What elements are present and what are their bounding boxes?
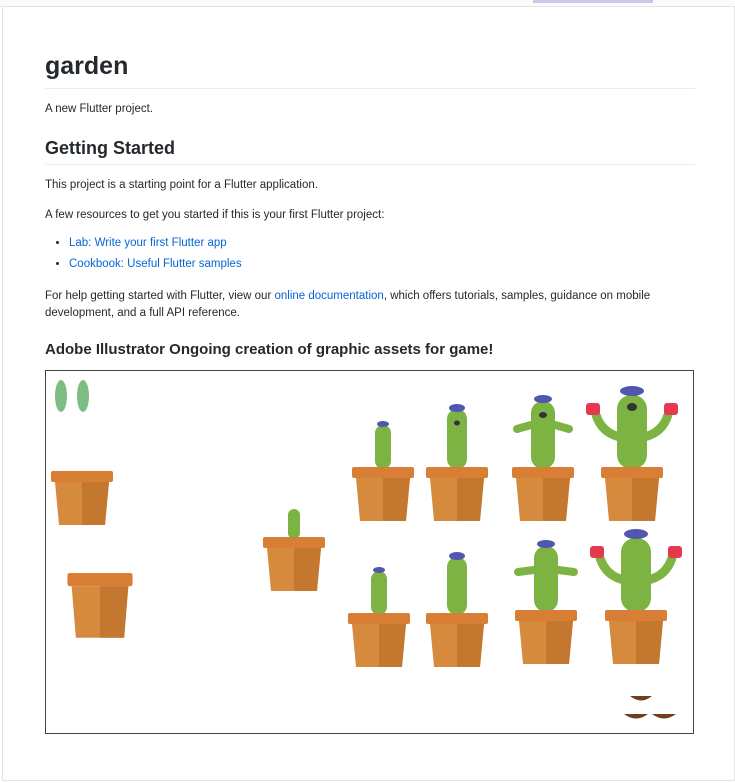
lab-link[interactable]: Lab: Write your first Flutter app [69, 237, 227, 249]
empty-pot-small [51, 471, 113, 525]
online-documentation-link[interactable]: online documentation [274, 290, 383, 302]
cactus-stage-3-alt [514, 540, 578, 664]
dirt-icon [624, 696, 676, 719]
help-paragraph: For help getting started with Flutter, v… [45, 288, 695, 322]
section-heading-art: Adobe Illustrator Ongoing creation of gr… [45, 341, 494, 358]
project-description: A new Flutter project. [45, 103, 154, 115]
cookbook-link[interactable]: Cookbook: Useful Flutter samples [69, 258, 242, 270]
cactus-stage-3 [512, 395, 574, 521]
cactus-stage-1-alt [348, 567, 410, 667]
sprout-pot [263, 509, 325, 591]
list-item: Lab: Write your first Flutter app [69, 233, 242, 254]
page-title: garden [45, 50, 695, 89]
empty-pot-large [67, 573, 133, 638]
cactus-stage-4 [586, 386, 678, 521]
active-tab-indicator[interactable] [533, 0, 653, 3]
resources-intro-text: A few resources to get you started if th… [45, 209, 385, 221]
intro-text: This project is a starting point for a F… [45, 179, 318, 191]
cactus-stage-1 [352, 421, 414, 521]
leaf-icon [55, 380, 89, 412]
list-item: Cookbook: Useful Flutter samples [69, 254, 242, 275]
resource-list: Lab: Write your first Flutter app Cookbo… [45, 233, 242, 275]
cactus-stage-2-alt [426, 552, 488, 667]
top-bar [0, 0, 735, 7]
help-text-prefix: For help getting started with Flutter, v… [45, 290, 275, 302]
game-assets-image [45, 370, 694, 734]
cactus-stage-4-alt [590, 529, 682, 664]
cactus-stage-2 [426, 404, 488, 521]
section-heading-getting-started: Getting Started [45, 136, 695, 165]
graphic-assets-illustration [51, 380, 693, 719]
